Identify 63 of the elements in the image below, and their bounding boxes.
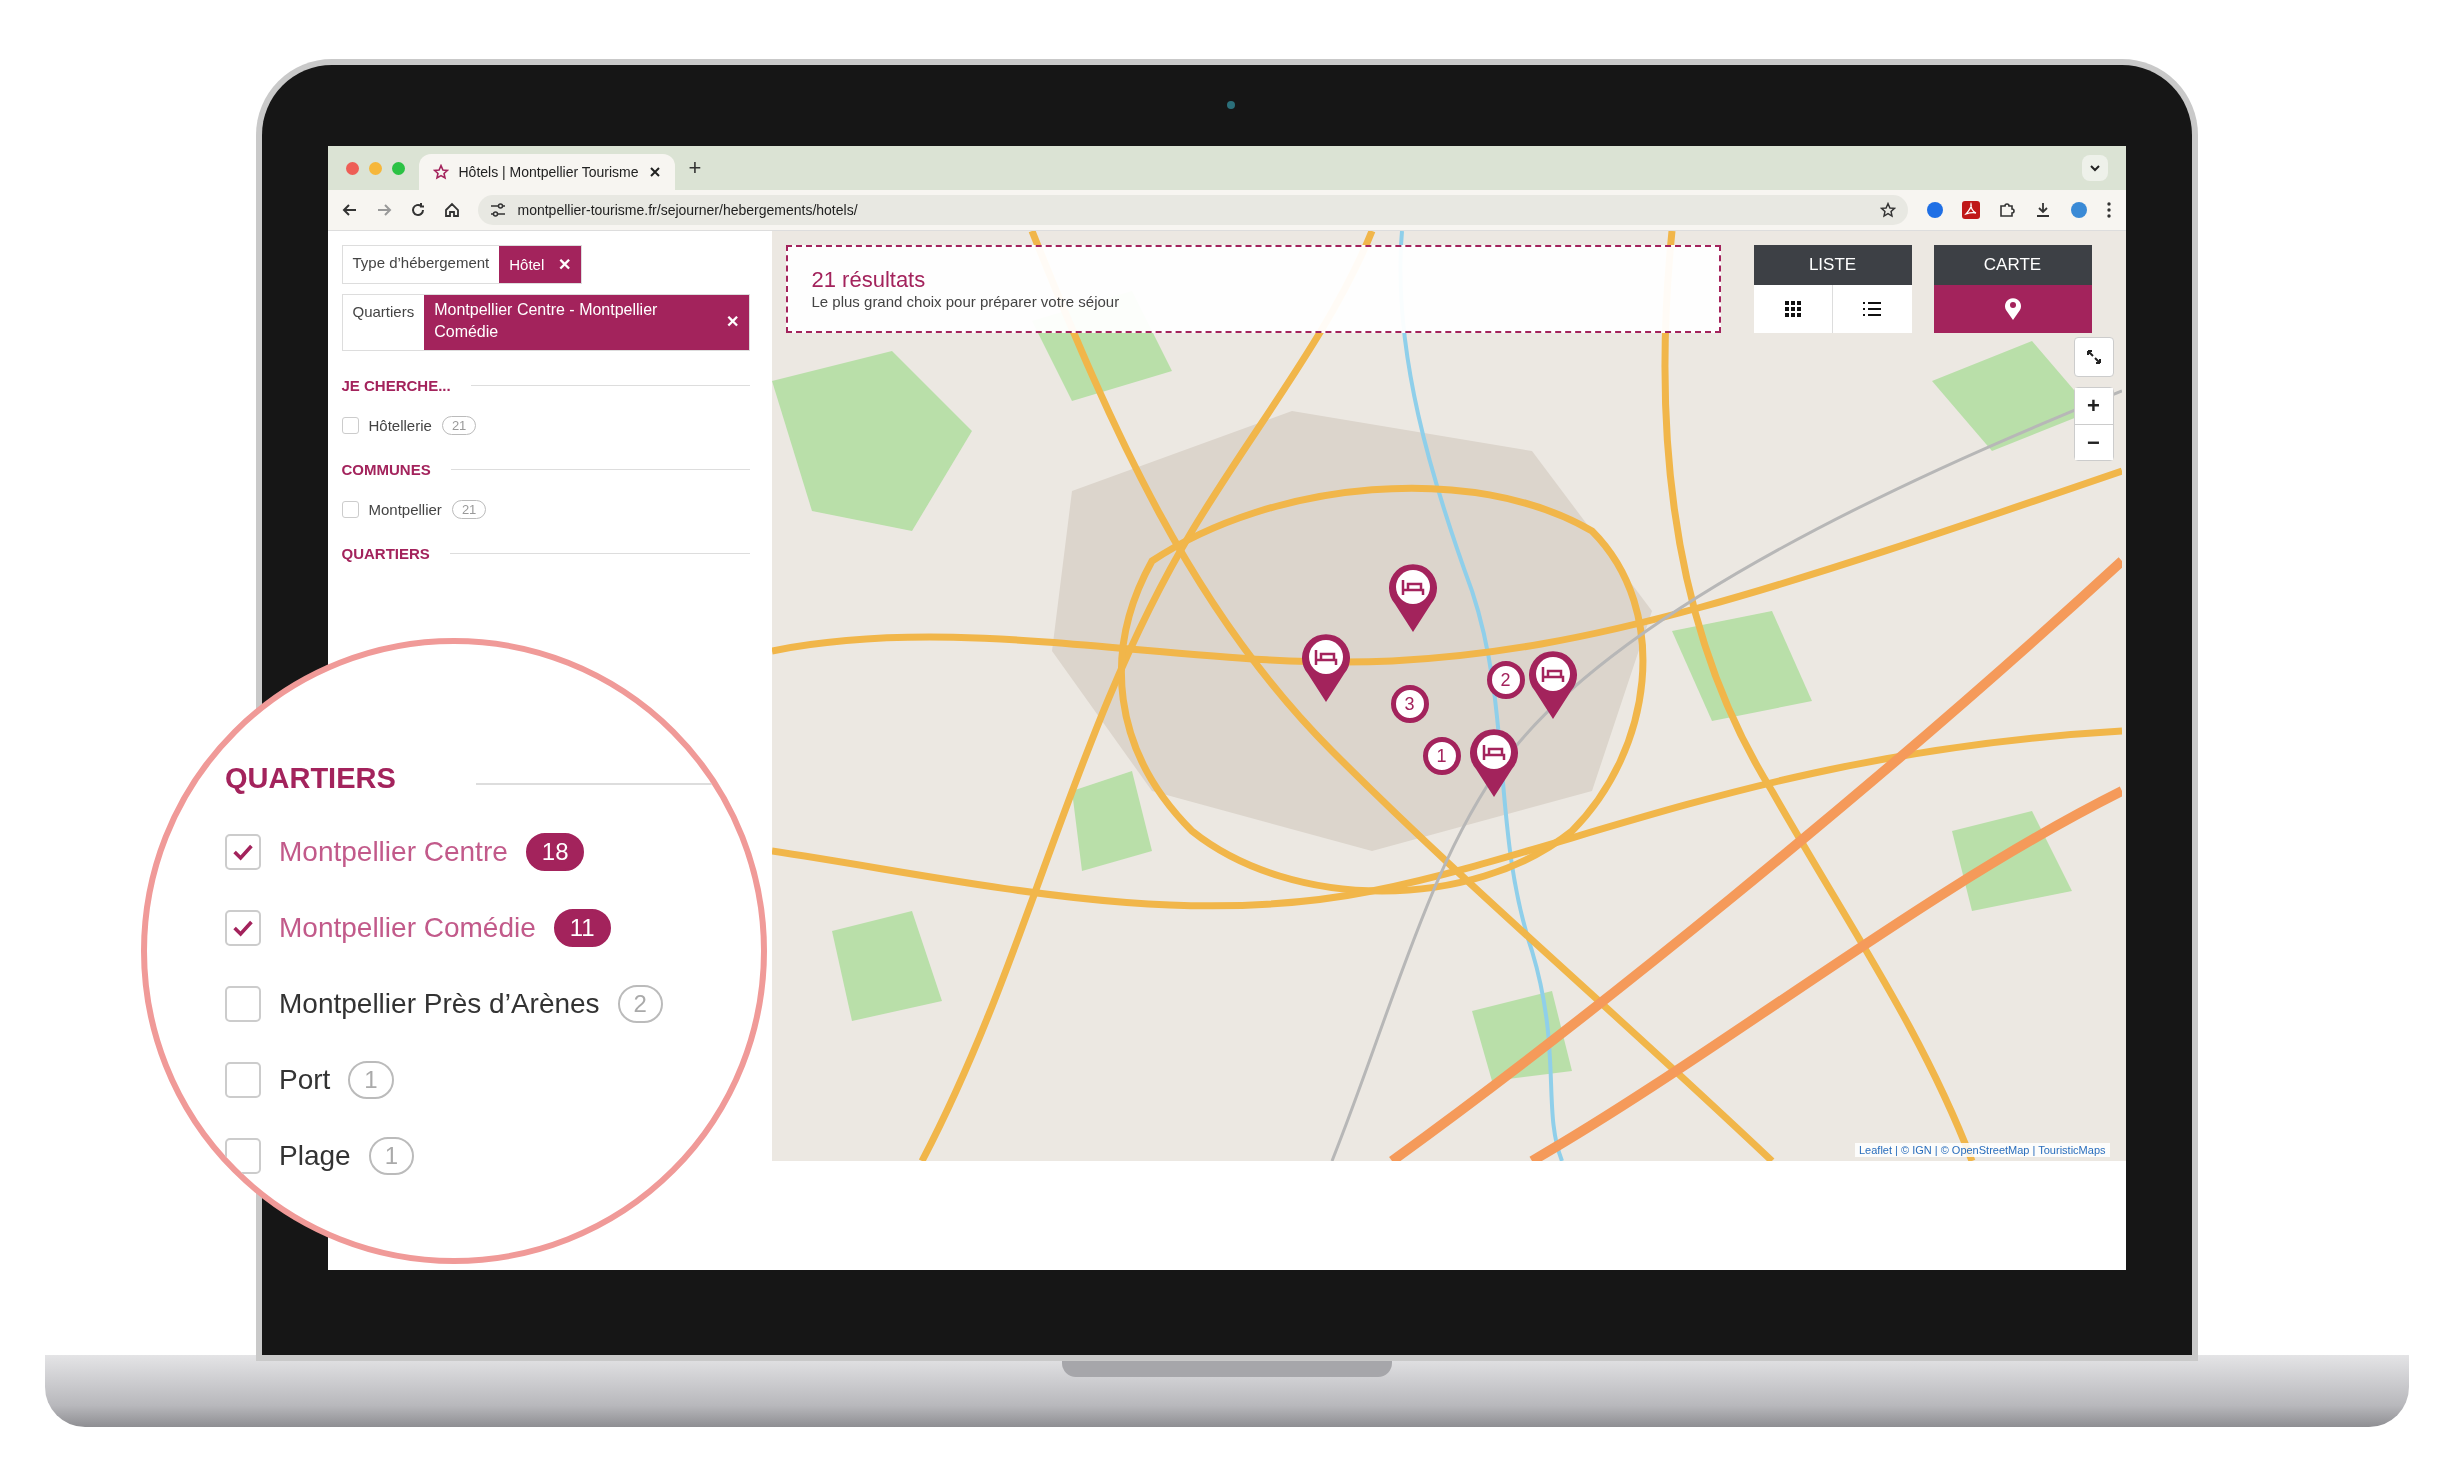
- tab-list-button[interactable]: [2081, 155, 2108, 181]
- back-arrow-icon[interactable]: [341, 202, 358, 218]
- hotel-bed-pin-icon[interactable]: [1386, 562, 1439, 634]
- option-label: Montpellier Comédie: [279, 912, 536, 944]
- view-tab[interactable]: LISTE: [1753, 245, 1912, 285]
- address-bar[interactable]: montpellier-tourisme.fr/sejourner/hebergements/hotels/: [477, 195, 1908, 225]
- view-tab[interactable]: CARTE: [1933, 245, 2092, 285]
- close-icon[interactable]: [648, 166, 661, 178]
- zoom-out-button[interactable]: −: [2074, 424, 2113, 460]
- forward-arrow-icon[interactable]: [375, 202, 392, 218]
- checkbox[interactable]: [341, 416, 359, 434]
- browser-tab[interactable]: Hôtels | Montpellier Tourisme: [418, 154, 675, 190]
- filter-value: Hôtel: [509, 255, 545, 275]
- option-label: Montpellier Près d’Arènes: [279, 988, 600, 1020]
- checkbox[interactable]: [341, 500, 359, 518]
- option-label: Port: [279, 1064, 331, 1096]
- section-heading: JE CHERCHE...: [341, 376, 451, 394]
- reload-icon[interactable]: [409, 202, 426, 218]
- remove-filter-button[interactable]: ✕: [558, 255, 572, 274]
- new-tab-button[interactable]: +: [688, 155, 702, 181]
- map-attribution: Leaflet | © IGN | © OpenStreetMap | TouristicMaps: [1855, 1143, 2110, 1157]
- bookmark-star-icon[interactable]: [1879, 202, 1896, 218]
- checkbox[interactable]: [225, 1138, 261, 1174]
- home-icon[interactable]: [443, 202, 460, 218]
- expand-arrows-icon: [2085, 349, 2102, 365]
- count-badge: 18: [525, 833, 585, 871]
- results-subtitle: Le plus grand choix pour préparer votre séjour: [811, 293, 1121, 310]
- checkbox[interactable]: [225, 986, 261, 1022]
- star-icon: [432, 164, 449, 180]
- menu-icon[interactable]: [2105, 201, 2112, 219]
- filter-value: Montpellier Centre - Montpellier Comédie: [434, 300, 659, 343]
- option-label: Montpellier: [368, 500, 442, 518]
- profile-avatar-icon[interactable]: [2069, 201, 2088, 219]
- list-icon[interactable]: [1863, 302, 1882, 316]
- tab-title: Hôtels | Montpellier Tourisme: [458, 164, 639, 180]
- site-settings-icon: [489, 203, 506, 217]
- section-heading: QUARTIERS: [341, 544, 430, 562]
- option-label: Hôtellerie: [368, 416, 432, 434]
- checkbox[interactable]: [225, 1062, 261, 1098]
- hotel-bed-pin-icon[interactable]: [1467, 727, 1520, 799]
- extension-icon[interactable]: [1925, 201, 1944, 219]
- count-badge: 2: [617, 985, 663, 1023]
- map-view[interactable]: 3 2 1 21 résultats Le plus grand choix pour préparer votre séjour LISTE CARTE + − Leaflet | © IGN | © OpenStreetMap | TouristicMaps: [771, 231, 2126, 1161]
- camera-dot: [1226, 101, 1235, 109]
- checkbox[interactable]: [225, 834, 261, 870]
- grid-icon[interactable]: [1784, 301, 1801, 317]
- section-heading: QUARTIERS: [225, 762, 396, 795]
- close-window-button[interactable]: [345, 161, 359, 175]
- results-count: 21 résultats: [811, 267, 927, 293]
- option-label: Plage: [279, 1140, 351, 1172]
- hotel-bed-pin-icon[interactable]: [1299, 632, 1352, 704]
- option-label: Montpellier Centre: [279, 836, 508, 868]
- count-badge: 11: [553, 909, 611, 947]
- remove-filter-button[interactable]: ✕: [725, 311, 739, 331]
- hotel-bed-pin-icon[interactable]: [1526, 649, 1579, 721]
- count-badge: 1: [348, 1061, 394, 1099]
- pdf-extension-icon[interactable]: [1961, 201, 1980, 219]
- location-pin-icon[interactable]: [2003, 297, 2022, 321]
- count-badge: 1: [368, 1137, 414, 1175]
- section-heading: COMMUNES: [341, 460, 431, 478]
- checkbox[interactable]: [225, 910, 261, 946]
- puzzle-icon[interactable]: [1997, 201, 2016, 219]
- chevron-down-icon: [2088, 162, 2101, 174]
